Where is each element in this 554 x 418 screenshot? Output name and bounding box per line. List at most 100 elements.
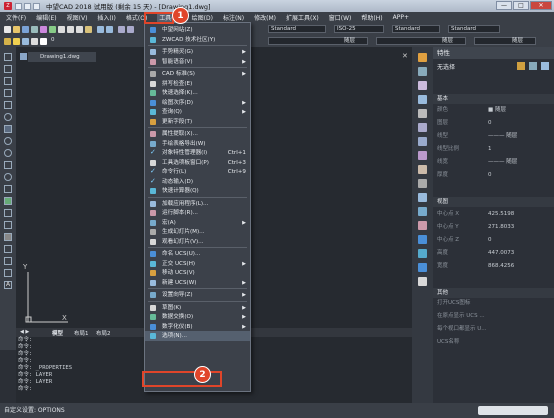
menu-insert[interactable]: 插入(I)	[97, 13, 115, 22]
construction-line-icon[interactable]	[4, 65, 12, 73]
publish-icon[interactable]	[49, 26, 56, 33]
circle-icon[interactable]	[4, 137, 12, 145]
tool-icon[interactable]	[418, 193, 427, 202]
lock-icon[interactable]	[31, 38, 38, 45]
layer-color-icon[interactable]	[40, 38, 47, 45]
property-row[interactable]: 打开UCS图标	[433, 298, 554, 308]
tool-icon[interactable]	[418, 263, 427, 272]
menu-item[interactable]: 快速计算器(Q)	[145, 186, 250, 196]
section-basic[interactable]: 基本	[433, 94, 554, 104]
menu-view[interactable]: 视图(V)	[67, 13, 88, 22]
preview-icon[interactable]	[40, 26, 47, 33]
tab-model[interactable]: 模型	[52, 329, 63, 337]
paste-icon[interactable]	[76, 26, 83, 33]
multileader-style-combo[interactable]: Standard	[448, 25, 500, 33]
menu-item[interactable]: 草图(K) ▶	[145, 303, 250, 313]
polyline-icon[interactable]	[4, 77, 12, 85]
redo-icon[interactable]	[106, 26, 113, 33]
ellipse-arc-icon[interactable]	[4, 185, 12, 193]
menu-item[interactable]: ZWCAD 技术社区(Y)	[145, 35, 250, 45]
property-row[interactable]: 中心点 Y 271.8033	[433, 222, 554, 232]
menu-item[interactable]: 运行脚本(R)...	[145, 208, 250, 218]
layer-combo[interactable]: 0	[49, 37, 139, 45]
table-style-combo[interactable]: Standard	[392, 25, 440, 33]
tool-icon[interactable]	[418, 249, 427, 258]
make-block-icon[interactable]	[4, 209, 12, 217]
mtext-icon[interactable]: A	[4, 281, 12, 289]
menu-item[interactable]: 快速选择(K)...	[145, 88, 250, 98]
tool-icon[interactable]	[418, 67, 427, 76]
menu-item[interactable]: 正交 UCS(H) ▶	[145, 259, 250, 269]
menu-item[interactable]: CAD 标准(S) ▶	[145, 69, 250, 79]
pan-icon[interactable]	[118, 26, 125, 33]
toggle-pickadd-icon[interactable]	[517, 62, 525, 70]
copy-icon[interactable]	[67, 26, 74, 33]
new-file-icon[interactable]	[4, 26, 11, 33]
menu-item[interactable]: 手势精灵(G) ▶	[145, 47, 250, 57]
print-icon[interactable]	[31, 26, 38, 33]
maximize-button[interactable]: □	[513, 1, 529, 10]
quick-select-icon[interactable]	[541, 62, 549, 70]
menu-dimension[interactable]: 标注(N)	[223, 13, 244, 22]
zoom-icon[interactable]	[127, 26, 134, 33]
property-row[interactable]: 厚度 0	[433, 170, 554, 180]
table-icon[interactable]	[4, 269, 12, 277]
property-row[interactable]: 宽度 868.4256	[433, 261, 554, 271]
menu-modify[interactable]: 修改(M)	[254, 13, 276, 22]
property-row[interactable]: 线宽 ——— 随层	[433, 157, 554, 167]
undo-icon[interactable]	[97, 26, 104, 33]
point-icon[interactable]	[4, 221, 12, 229]
menu-item[interactable]: 生成幻灯片(M)...	[145, 227, 250, 237]
close-button[interactable]: ✕	[530, 1, 552, 10]
open-icon[interactable]	[24, 2, 31, 10]
menu-item[interactable]: 拼写检查(E)	[145, 79, 250, 89]
gradient-icon[interactable]	[4, 245, 12, 253]
menu-extend[interactable]: 扩展工具(X)	[286, 13, 319, 22]
layer-manager-icon[interactable]	[4, 38, 11, 45]
menu-window[interactable]: 窗口(W)	[329, 13, 352, 22]
menu-item[interactable]: 命名 UCS(U)...	[145, 249, 250, 259]
tool-icon[interactable]	[418, 81, 427, 90]
menu-item[interactable]: 观看幻灯片(V)...	[145, 237, 250, 247]
arc-icon[interactable]	[4, 113, 12, 121]
lineweight-combo[interactable]: 随层	[474, 37, 536, 45]
open-file-icon[interactable]	[13, 26, 20, 33]
property-row[interactable]: 在原点显示 UCS ...	[433, 311, 554, 321]
sun-icon[interactable]	[22, 38, 29, 45]
menu-file[interactable]: 文件(F)	[6, 13, 26, 22]
property-row[interactable]: 线型 ——— 随层	[433, 131, 554, 141]
menu-item[interactable]: 选项(N)...	[145, 331, 250, 341]
property-row[interactable]: 线型比例 1	[433, 144, 554, 154]
document-tab[interactable]: Drawing1.dwg	[28, 52, 96, 62]
section-misc[interactable]: 其他	[433, 288, 554, 298]
property-row[interactable]: 图层 0	[433, 118, 554, 128]
tool-icon[interactable]	[418, 53, 427, 62]
property-row[interactable]: 中心点 X 425.5198	[433, 209, 554, 219]
save-icon[interactable]	[33, 2, 40, 10]
dim-style-combo[interactable]: ISO-25	[334, 25, 384, 33]
menu-item[interactable]: 更新字段(T)	[145, 117, 250, 127]
menu-item[interactable]: ✓ 命令行(L) Ctrl+9	[145, 167, 250, 177]
tool-icon[interactable]	[418, 165, 427, 174]
selection-combo[interactable]: 无选择	[437, 62, 507, 71]
property-row[interactable]: 每个视口都显示 U...	[433, 324, 554, 334]
property-row[interactable]: 中心点 Z0	[433, 235, 554, 245]
match-icon[interactable]	[85, 26, 92, 33]
section-view[interactable]: 视图	[433, 197, 554, 207]
tool-icon[interactable]	[418, 151, 427, 160]
polygon-icon[interactable]	[4, 89, 12, 97]
tool-icon[interactable]	[418, 137, 427, 146]
ellipse-icon[interactable]	[4, 173, 12, 181]
tool-icon[interactable]	[418, 235, 427, 244]
text-style-combo[interactable]: Standard	[268, 25, 326, 33]
tool-icon[interactable]	[418, 221, 427, 230]
linetype-combo[interactable]: 随层	[376, 37, 466, 45]
menu-item[interactable]: 数据交换(O) ▶	[145, 312, 250, 322]
ime-toolbar[interactable]	[478, 406, 548, 415]
menu-item[interactable]: ✓ 对象特性管理器(I) Ctrl+1	[145, 148, 250, 158]
menu-item[interactable]: 智能语音(V) ▶	[145, 57, 250, 67]
menu-item[interactable]: 手绘表格导出(W)	[145, 139, 250, 149]
menu-item[interactable]: 宏(A) ▶	[145, 218, 250, 228]
bulb-icon[interactable]	[13, 38, 20, 45]
property-row[interactable]: UCS名称	[433, 337, 554, 347]
